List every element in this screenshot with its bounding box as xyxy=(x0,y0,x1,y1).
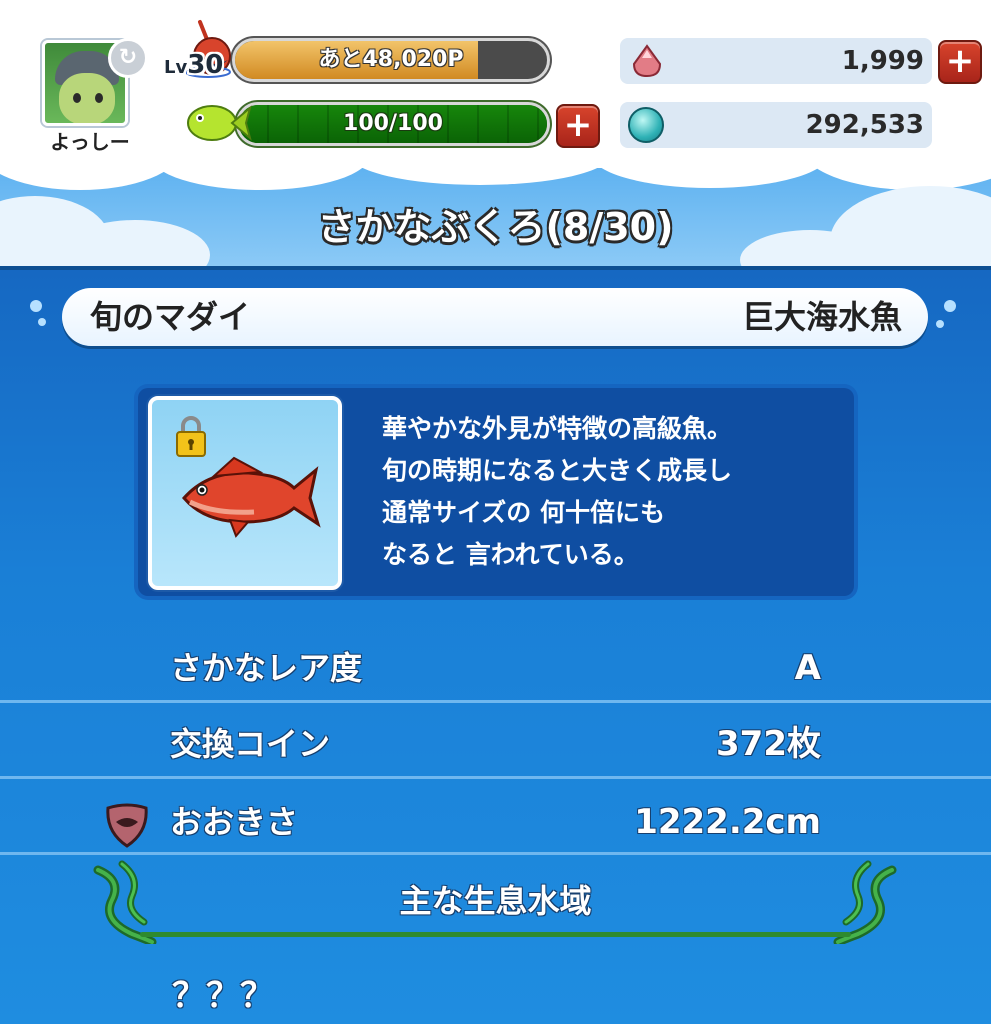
description-line: なると 言われている。 xyxy=(382,540,639,569)
size-badge-icon xyxy=(106,803,148,848)
fish-category: 巨大海水魚 xyxy=(741,298,902,336)
player-level: Lv30 xyxy=(164,50,224,80)
bubble xyxy=(38,318,46,326)
row-divider xyxy=(0,852,991,855)
stat-value: 1222.2cm xyxy=(634,802,821,842)
gem-count: 1,999 xyxy=(841,46,924,76)
bubble xyxy=(30,300,42,312)
player-name: よっしー xyxy=(50,130,130,154)
habitat-value: ？？？ xyxy=(172,976,274,1016)
refresh-icon[interactable]: ↻ xyxy=(108,38,148,78)
stat-label: おおきさ xyxy=(170,803,299,841)
stamina-text: 100/100 xyxy=(343,111,443,136)
habitat-divider xyxy=(140,932,851,937)
bubble xyxy=(944,300,956,312)
page-title: さかなぶくろ(8/30) xyxy=(317,205,674,249)
exp-remaining-text: あと48,020P xyxy=(318,47,464,72)
stat-value: A xyxy=(794,648,821,688)
stamina-bar: 100/100 xyxy=(236,102,550,146)
bubble xyxy=(936,320,944,328)
gem-icon xyxy=(632,44,662,78)
stat-label: 交換コイン xyxy=(170,725,331,763)
stat-row-rarity: さかなレア度 A xyxy=(0,630,991,706)
fish-description: 華やかな外見が特徴の高級魚。 旬の時期になると大きく成長し 通常サイズの 何十倍… xyxy=(382,408,842,576)
description-line: 通常サイズの 何十倍にも xyxy=(382,498,665,527)
stat-label: さかなレア度 xyxy=(170,649,363,687)
coin-counter: 292,533 xyxy=(620,102,932,148)
row-divider xyxy=(0,776,991,779)
stamina-fish-icon xyxy=(187,105,252,141)
exp-bar: あと48,020P xyxy=(232,38,550,82)
description-line: 旬の時期になると大きく成長し xyxy=(382,456,733,485)
description-line: 華やかな外見が特徴の高級魚。 xyxy=(382,414,733,443)
habitat-title: 主な生息水域 xyxy=(399,882,592,920)
stat-row-size: おおきさ 1222.2cm xyxy=(0,784,991,860)
gem-counter: 1,999 xyxy=(620,38,932,84)
fish-name-bar: 旬のマダイ 巨大海水魚 xyxy=(62,288,928,346)
fish-image-frame[interactable] xyxy=(148,396,342,590)
coin-icon xyxy=(628,107,664,143)
row-divider xyxy=(0,700,991,703)
add-gems-button[interactable]: + xyxy=(938,40,982,84)
add-stamina-button[interactable]: + xyxy=(556,104,600,148)
madai-fish-icon xyxy=(182,456,321,538)
stat-row-coins: 交換コイン 372枚 xyxy=(0,706,991,782)
coin-count: 292,533 xyxy=(805,110,924,140)
stat-value: 372枚 xyxy=(716,724,821,764)
fish-name: 旬のマダイ xyxy=(90,298,251,336)
